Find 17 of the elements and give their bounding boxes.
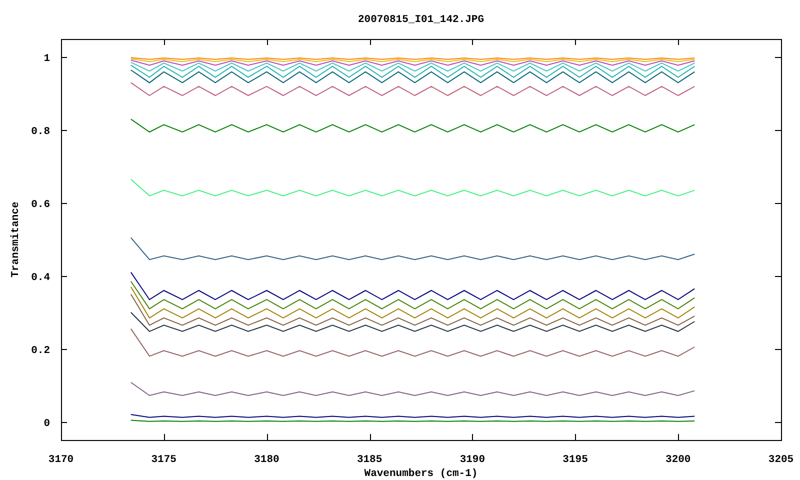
y-tick-label: 0.8 — [31, 126, 50, 138]
y-tick-label: 0.6 — [31, 199, 50, 212]
x-tick-label: 3200 — [666, 454, 691, 466]
x-tick-label: 3170 — [48, 454, 74, 466]
y-tick-label: 0 — [44, 418, 50, 430]
chart-title: 20070815_I01_142.JPG — [358, 14, 484, 26]
y-tick-label: 1 — [44, 53, 50, 66]
y-tick-label: 0.2 — [31, 344, 50, 357]
x-tick-label: 3205 — [768, 454, 794, 466]
x-tick-label: 3175 — [151, 454, 176, 466]
y-axis-label: Transmitance — [10, 202, 22, 278]
x-axis-label: Wavenumbers (cm-1) — [364, 468, 478, 480]
x-tick-label: 3195 — [562, 454, 588, 466]
x-tick-label: 3190 — [460, 454, 486, 466]
x-tick-label: 3180 — [254, 454, 280, 466]
y-tick-label: 0.4 — [31, 272, 50, 284]
x-tick-label: 3185 — [356, 454, 382, 466]
